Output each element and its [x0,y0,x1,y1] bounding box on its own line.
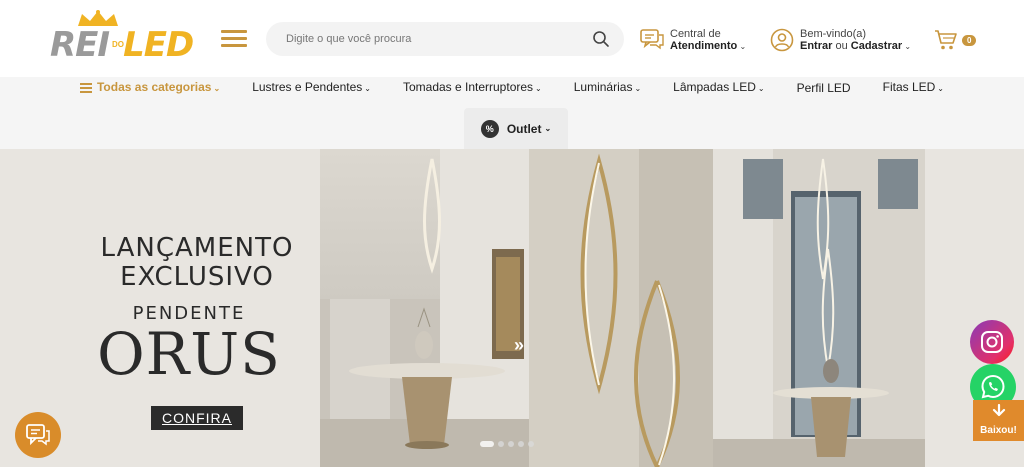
pendant-illustration [529,149,713,467]
discount-icon: % [480,119,499,138]
instagram-icon [981,331,1003,353]
atendimento-line2: Atendimento [670,39,738,52]
category-nav: Todas as categorias ⌄ Lustres e Pendentes… [0,77,1024,149]
hamburger-icon[interactable] [221,30,247,48]
register-link[interactable]: Cadastrar [851,40,902,52]
slider-dot[interactable] [498,441,504,447]
logo[interactable]: REI LED DO [50,10,200,65]
atendimento-line1: Central de [670,27,721,40]
baixou-button[interactable]: Baixou! [973,400,1024,441]
nav-item-luminarias[interactable]: Luminárias ⌄ [558,76,657,100]
login-link[interactable]: Entrar [800,40,832,52]
slider-dot[interactable] [508,441,514,447]
slider-dots [480,441,534,447]
chat-icon [640,29,664,50]
hero-photo-pendant [529,149,713,467]
whatsapp-icon [981,374,1005,399]
cart-button[interactable]: 0 [934,26,977,54]
hero-photo-window-room [713,149,925,467]
or-text: ou [835,39,848,52]
logo-do: DO [112,40,124,49]
chat-bubble-button[interactable] [15,412,61,458]
chat-bubble-icon [26,424,50,446]
hero-title-line1: LANÇAMENTO [100,233,294,263]
slider-dot[interactable] [518,441,524,447]
nav-item-lustres[interactable]: Lustres e Pendentes ⌄ [236,76,387,100]
nav-item-fitas[interactable]: Fitas LED ⌄ [867,76,960,100]
slider-dot[interactable] [480,441,494,447]
site-header: REILED DO Central de Atendimento ⌄ [0,0,1024,77]
search-bar [266,22,624,56]
search-input[interactable] [286,29,586,49]
cart-count-badge: 0 [962,34,977,46]
hero-product-name: ORUS [97,320,281,388]
hero-banner[interactable]: LANÇAMENTO EXCLUSIVO PENDENTE ORUS CONFI… [0,149,1024,467]
nav-item-all-categories[interactable]: Todas as categorias ⌄ [64,76,236,100]
window-room-illustration [713,149,925,467]
nav-item-outlet[interactable]: % Outlet ⌄ [464,108,568,149]
instagram-button[interactable] [970,320,1014,364]
welcome-text: Bem-vindo(a) [800,27,867,40]
search-icon[interactable] [592,30,610,48]
hero-title-line2: EXCLUSIVO [120,262,274,292]
account-menu[interactable]: Bem-vindo(a) Entrar ou Cadastrar ⌄ [770,26,911,54]
hero-cta-button[interactable]: CONFIRA [151,406,243,430]
nav-item-tomadas[interactable]: Tomadas e Interruptores ⌄ [387,76,558,100]
atendimento-link[interactable]: Central de Atendimento ⌄ [640,26,746,54]
user-icon [770,28,794,52]
nav-item-perfil[interactable]: Perfil LED [781,77,867,99]
slider-dot[interactable] [528,441,534,447]
nav-item-lampadas[interactable]: Lâmpadas LED ⌄ [657,76,780,100]
next-slide-arrow[interactable]: » [514,335,524,356]
cart-icon [935,30,957,50]
down-arrow-icon [992,404,1006,417]
baixou-label: Baixou! [980,425,1017,436]
list-icon [79,81,92,95]
